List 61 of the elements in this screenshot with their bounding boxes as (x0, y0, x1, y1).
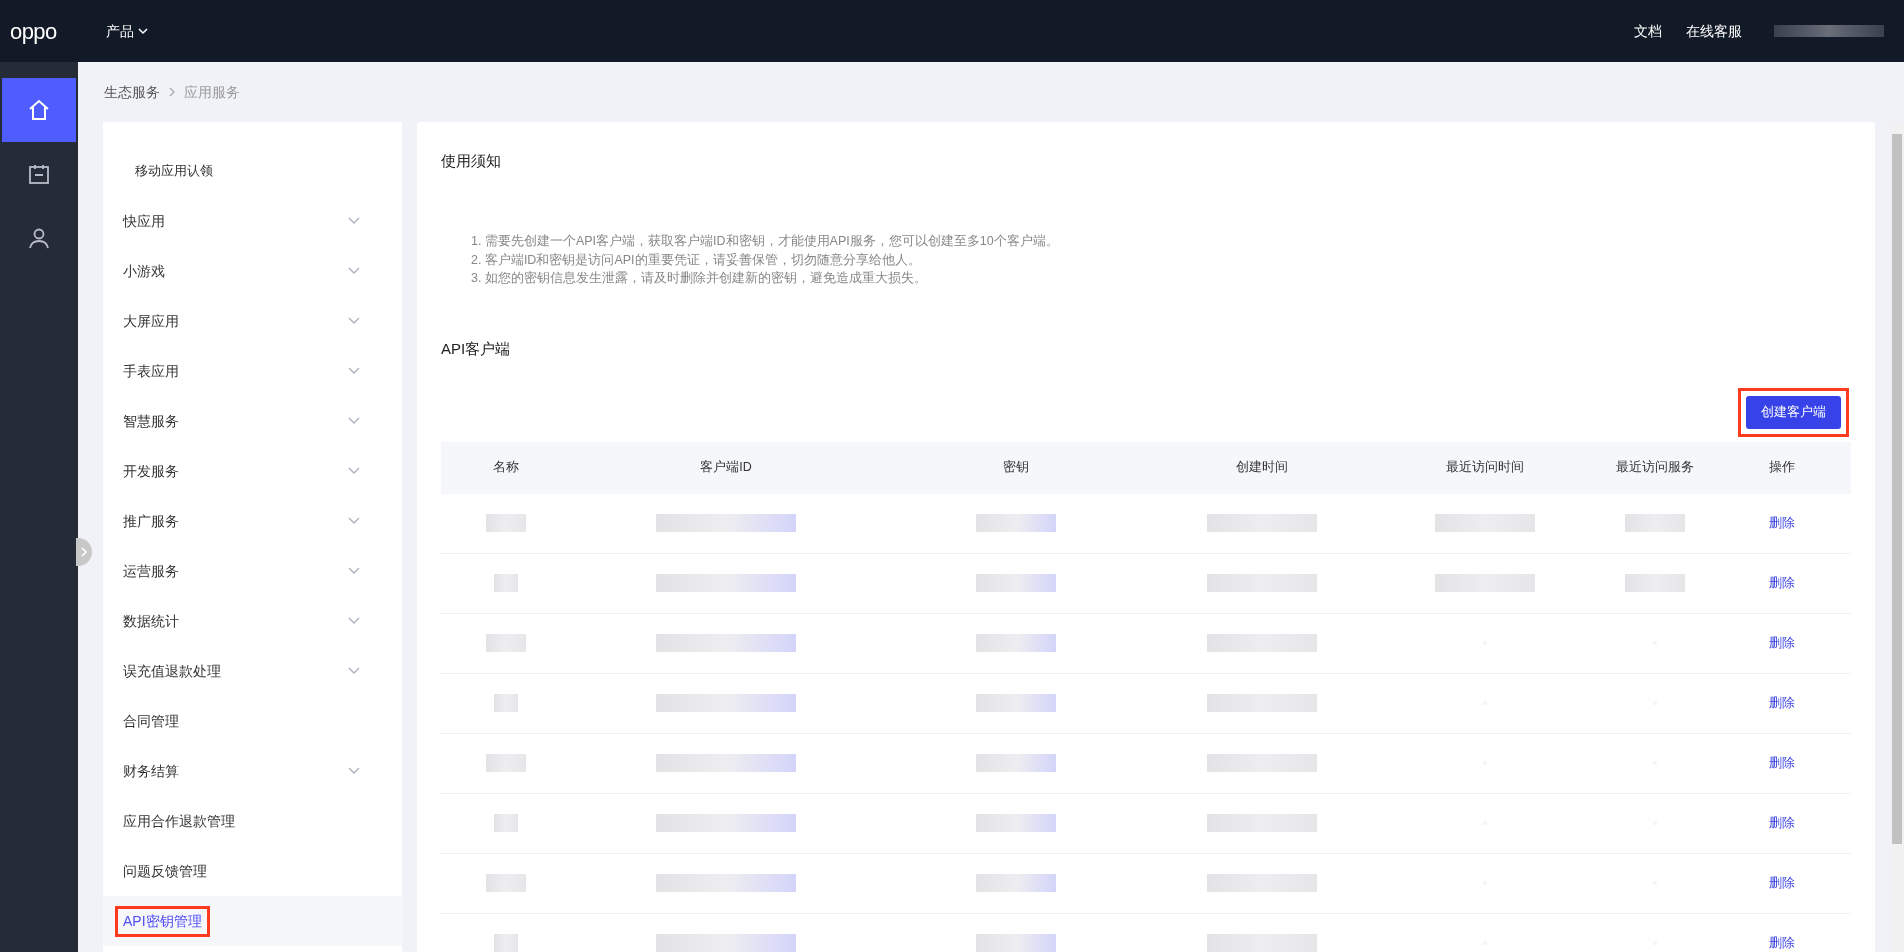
chevron-down-icon (348, 467, 360, 475)
scrollbar[interactable] (1890, 122, 1904, 952)
chevron-down-icon (348, 667, 360, 675)
delete-link[interactable]: 删除 (1769, 573, 1795, 593)
sidebar-item[interactable]: 应用合作退款管理 (103, 796, 402, 846)
chevron-down-icon (348, 317, 360, 325)
section-title: API客户端 (441, 338, 512, 359)
delete-link[interactable]: 删除 (1769, 753, 1795, 773)
product-menu[interactable]: 产品 (106, 20, 148, 42)
top-link[interactable]: 文档 (1634, 20, 1662, 42)
sidebar-item[interactable]: 数据统计 (103, 596, 402, 646)
section-title: 使用须知 (441, 151, 502, 171)
sidebar-item[interactable]: 运营服务 (103, 546, 402, 596)
sidebar-item[interactable]: 智慧服务 (103, 396, 402, 446)
column-header: 操作 (1768, 459, 1796, 477)
column-header: 最近访问时间 (1445, 459, 1525, 477)
breadcrumb-link[interactable]: 生态服务 (104, 81, 160, 103)
column-header: 密钥 (1002, 459, 1030, 477)
sidebar-item[interactable]: 快应用 (103, 196, 402, 246)
delete-link[interactable]: 删除 (1769, 513, 1795, 533)
column-header: 名称 (492, 459, 520, 477)
chevron-down-icon (348, 617, 360, 625)
delete-link[interactable]: 删除 (1769, 933, 1795, 952)
sidebar-item[interactable]: API密钥管理 (103, 896, 402, 946)
notice-text: 3. 如您的密钥信息发生泄露，请及时删除并创建新的密钥，避免造成重大损失。 (471, 270, 928, 287)
chevron-down-icon (348, 567, 360, 575)
calendar-icon (28, 163, 50, 185)
chevron-right-icon (168, 87, 176, 97)
sidebar-item[interactable]: 移动应用认领 (103, 146, 402, 196)
column-header: 创建时间 (1235, 459, 1289, 477)
sidebar-item[interactable]: 手表应用 (103, 346, 402, 396)
notice-text: 2. 客户端ID和密钥是访问API的重要凭证，请妥善保管，切勿随意分享给他人。 (471, 251, 922, 269)
chevron-down-icon (348, 417, 360, 425)
delete-link[interactable]: 删除 (1769, 693, 1795, 713)
column-header: 最近访问服务 (1615, 459, 1695, 477)
home-icon (27, 98, 51, 122)
sidebar-item[interactable]: 财务结算 (103, 746, 402, 796)
sidebar-item[interactable]: 小游戏 (103, 246, 402, 296)
sidebar-item[interactable]: 合同管理 (103, 696, 402, 746)
chevron-down-icon (138, 27, 148, 35)
sidebar-item[interactable]: 问题反馈管理 (103, 846, 402, 896)
chevron-down-icon (348, 267, 360, 275)
user-icon (28, 227, 50, 249)
column-header: 客户端ID (699, 459, 753, 477)
collapse-handle[interactable] (76, 538, 92, 566)
chevron-down-icon (348, 517, 360, 525)
notice-text: 1. 需要先创建一个API客户端，获取客户端ID和密钥，才能使用API服务，您可以创建至多10个客户端。 (471, 233, 1060, 250)
logo[interactable]: oppo (10, 14, 106, 48)
create-client-button[interactable]: 创建客户端 (1746, 395, 1841, 429)
sidebar-item[interactable]: 推广服务 (103, 496, 402, 546)
delete-link[interactable]: 删除 (1769, 873, 1795, 893)
top-link[interactable]: 在线客服 (1686, 20, 1742, 42)
delete-link[interactable]: 删除 (1769, 633, 1795, 653)
rail-button[interactable] (2, 78, 76, 142)
delete-link[interactable]: 删除 (1769, 813, 1795, 833)
sidebar-item[interactable]: 大屏应用 (103, 296, 402, 346)
sidebar-item[interactable]: 开发服务 (103, 446, 402, 496)
sidebar-item[interactable]: 误充值退款处理 (103, 646, 402, 696)
chevron-down-icon (348, 217, 360, 225)
chevron-down-icon (348, 767, 360, 775)
chevron-down-icon (348, 367, 360, 375)
